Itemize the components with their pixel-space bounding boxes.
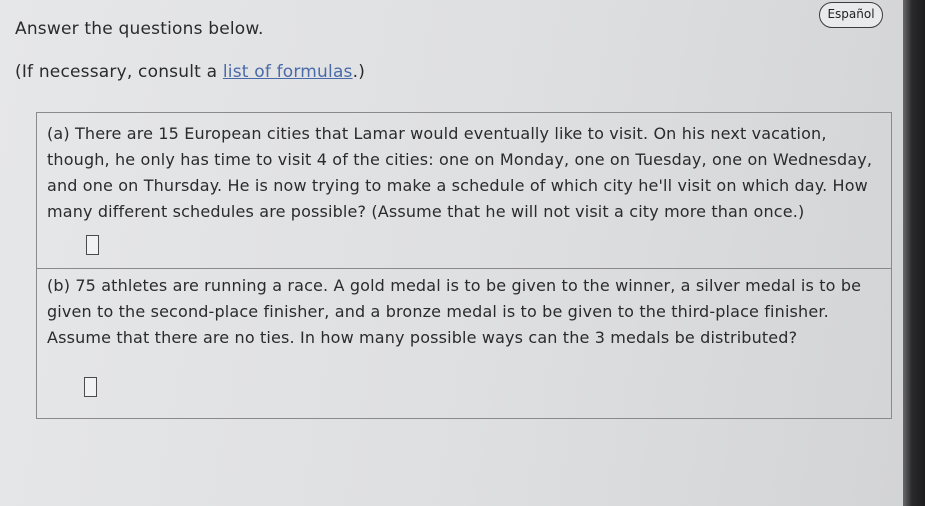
language-toggle-button[interactable]: Español (819, 2, 883, 28)
question-box: (a) There are 15 European cities that La… (36, 112, 892, 419)
instructions-text: Answer the questions below. (15, 19, 264, 39)
formulas-link[interactable]: list of formulas (223, 62, 353, 82)
screen: Español Answer the questions below. (If … (0, 0, 905, 506)
answer-a-input[interactable] (86, 235, 99, 255)
monitor-bezel (903, 0, 925, 506)
question-b-text: (b) 75 athletes are running a race. A go… (47, 276, 862, 347)
answer-b-input[interactable] (84, 377, 97, 397)
consult-suffix: .) (352, 62, 366, 82)
question-a-text: (a) There are 15 European cities that La… (47, 124, 873, 221)
question-divider (37, 268, 891, 269)
consult-line: (If necessary, consult a list of formula… (15, 62, 365, 82)
consult-prefix: (If necessary, consult a (15, 62, 223, 82)
